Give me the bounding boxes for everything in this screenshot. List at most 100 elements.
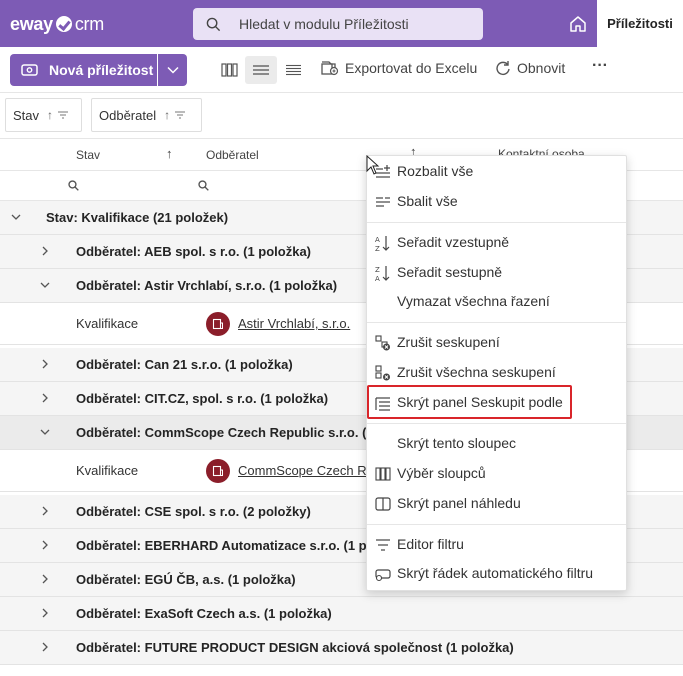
menu-item-label: Zrušit všechna seskupení bbox=[397, 364, 556, 380]
menu-item-label: Vymazat všechna řazení bbox=[397, 293, 550, 309]
chevron-right-icon[interactable] bbox=[40, 393, 50, 403]
menu-item-ungroup-all[interactable]: Zrušit všechna seskupení bbox=[367, 358, 626, 386]
chevron-down-icon[interactable] bbox=[11, 212, 21, 222]
chevron-right-icon[interactable] bbox=[40, 506, 50, 516]
list-view-icon bbox=[253, 65, 269, 75]
logo-check-icon bbox=[55, 16, 72, 32]
menu-item-label: Sbalit vše bbox=[397, 193, 458, 209]
group-chip-label: Odběratel bbox=[99, 107, 157, 123]
preview-panel-icon bbox=[375, 497, 391, 511]
menu-item-collapse-all[interactable]: Sbalit vše bbox=[367, 187, 626, 215]
group-chip-stav[interactable]: Stav ↑ bbox=[5, 98, 82, 132]
chevron-right-icon[interactable] bbox=[40, 642, 50, 652]
collapse-all-icon bbox=[376, 197, 390, 207]
menu-item-column-chooser[interactable]: Výběr sloupců bbox=[367, 459, 626, 487]
more-button[interactable]: ··· bbox=[592, 57, 608, 75]
refresh-button[interactable]: Obnovit bbox=[495, 60, 565, 76]
group-by-panel: Stav ↑ Odběratel ↑ bbox=[0, 93, 683, 139]
menu-item-label: Seřadit sestupně bbox=[397, 264, 503, 280]
menu-item-hide-auto-filter-row[interactable]: Skrýt řádek automatického filtru bbox=[367, 559, 626, 587]
cell-stav: Kvalifikace bbox=[76, 316, 139, 331]
sort-arrow-up-icon: ↑ bbox=[166, 146, 173, 161]
refresh-icon bbox=[496, 61, 510, 75]
module-tab[interactable]: Příležitosti bbox=[597, 0, 683, 47]
menu-item-label: Editor filtru bbox=[397, 536, 464, 552]
company-icon bbox=[212, 465, 223, 477]
sort-ascending-icon: AZ bbox=[375, 236, 390, 252]
menu-item-label: Zrušit seskupení bbox=[397, 334, 500, 350]
highlight-box bbox=[367, 385, 572, 419]
ungroup-icon bbox=[375, 335, 390, 351]
mouse-cursor-icon bbox=[366, 155, 380, 175]
menu-item-hide-column[interactable]: Skrýt tento sloupec bbox=[367, 429, 626, 457]
new-opportunity-label: Nová příležitost bbox=[49, 62, 154, 78]
group-row-label: Odběratel: CSE spol. s r.o. (2 položky) bbox=[76, 504, 311, 519]
group-row[interactable]: Odběratel: ExaSoft Czech a.s. (1 položka… bbox=[0, 597, 683, 631]
group-row-label: Odběratel: ExaSoft Czech a.s. (1 položka… bbox=[76, 606, 332, 621]
sort-arrow-up-icon: ↑ bbox=[47, 108, 54, 122]
group-row-label: Odběratel: Astir Vrchlabí, s.r.o. (1 pol… bbox=[76, 278, 338, 293]
sort-descending-icon: ZA bbox=[375, 266, 390, 282]
search-icon[interactable] bbox=[68, 180, 79, 191]
svg-text:Z: Z bbox=[375, 245, 380, 252]
group-row-label: Odběratel: EBERHARD Automatizace s.r.o. … bbox=[76, 538, 412, 553]
menu-item-label: Skrýt řádek automatického filtru bbox=[397, 565, 594, 581]
sort-arrow-up-icon: ↑ bbox=[164, 108, 171, 122]
column-chooser-icon bbox=[375, 467, 391, 481]
menu-item-expand-all[interactable]: Rozbalit vše bbox=[367, 157, 626, 185]
group-row[interactable]: Odběratel: FUTURE PRODUCT DESIGN akciová… bbox=[0, 631, 683, 665]
new-opportunity-button[interactable]: Nová příležitost bbox=[10, 54, 157, 86]
chevron-right-icon[interactable] bbox=[40, 246, 50, 256]
chevron-right-icon[interactable] bbox=[40, 574, 50, 584]
group-chip-label: Stav bbox=[13, 107, 40, 123]
view-compact-button[interactable] bbox=[277, 56, 309, 84]
chevron-right-icon[interactable] bbox=[40, 359, 50, 369]
chevron-right-icon[interactable] bbox=[40, 540, 50, 550]
menu-item-label: Rozbalit vše bbox=[397, 163, 474, 179]
menu-item-ungroup[interactable]: Zrušit seskupení bbox=[367, 328, 626, 356]
module-search[interactable]: Hledat v modulu Příležitosti bbox=[193, 8, 483, 40]
menu-item-filter-editor[interactable]: Editor filtru bbox=[367, 530, 626, 558]
new-opportunity-icon bbox=[21, 64, 38, 76]
cell-stav: Kvalifikace bbox=[76, 463, 139, 478]
new-opportunity-dropdown[interactable] bbox=[158, 54, 187, 86]
chevron-down-icon bbox=[166, 66, 179, 74]
top-bar: eway crm Hledat v modulu Příležitosti Př… bbox=[0, 0, 683, 47]
group-row-label: Odběratel: Can 21 s.r.o. (1 položka) bbox=[76, 357, 293, 372]
export-excel-button[interactable]: Exportovat do Excelu bbox=[320, 60, 477, 76]
menu-item-hide-preview[interactable]: Skrýt panel náhledu bbox=[367, 489, 626, 517]
chevron-down-icon[interactable] bbox=[40, 427, 50, 437]
app-logo[interactable]: eway crm bbox=[10, 12, 104, 36]
search-input[interactable]: Hledat v modulu Příležitosti bbox=[239, 16, 409, 32]
ungroup-all-icon bbox=[375, 365, 390, 381]
home-icon[interactable] bbox=[566, 12, 590, 36]
menu-separator bbox=[367, 222, 626, 223]
menu-item-label: Výběr sloupců bbox=[397, 465, 486, 481]
search-icon[interactable] bbox=[198, 180, 209, 191]
refresh-label: Obnovit bbox=[517, 60, 566, 76]
menu-item-sort-ascending[interactable]: AZ Seřadit vzestupně bbox=[367, 228, 626, 256]
group-row-label: Odběratel: EGÚ ČB, a.s. (1 položka) bbox=[76, 572, 296, 587]
columns-view-icon bbox=[220, 63, 238, 77]
group-chip-odberatel[interactable]: Odběratel ↑ bbox=[91, 98, 202, 132]
group-row-label: Odběratel: AEB spol. s r.o. (1 položka) bbox=[76, 244, 312, 259]
menu-separator bbox=[367, 423, 626, 424]
chevron-down-icon[interactable] bbox=[40, 280, 50, 290]
logo-product-text: crm bbox=[74, 13, 104, 34]
filter-icon[interactable] bbox=[58, 111, 69, 119]
chevron-right-icon[interactable] bbox=[40, 608, 50, 618]
compact-list-icon bbox=[285, 64, 301, 76]
filter-icon[interactable] bbox=[175, 111, 186, 119]
column-header-odberatel[interactable]: Odběratel bbox=[206, 148, 259, 162]
export-excel-label: Exportovat do Excelu bbox=[345, 60, 478, 76]
company-icon bbox=[212, 318, 223, 330]
column-header-stav[interactable]: Stav bbox=[76, 148, 100, 162]
menu-item-sort-descending[interactable]: ZA Seřadit sestupně bbox=[367, 258, 626, 286]
company-link[interactable]: Astir Vrchlabí, s.r.o. bbox=[238, 316, 350, 331]
view-list-button[interactable] bbox=[245, 56, 277, 84]
search-icon bbox=[206, 17, 221, 32]
menu-item-clear-sorting[interactable]: Vymazat všechna řazení bbox=[367, 287, 626, 315]
view-cards-button[interactable] bbox=[213, 56, 245, 84]
menu-separator bbox=[367, 524, 626, 525]
menu-item-label: Skrýt panel náhledu bbox=[397, 495, 521, 511]
